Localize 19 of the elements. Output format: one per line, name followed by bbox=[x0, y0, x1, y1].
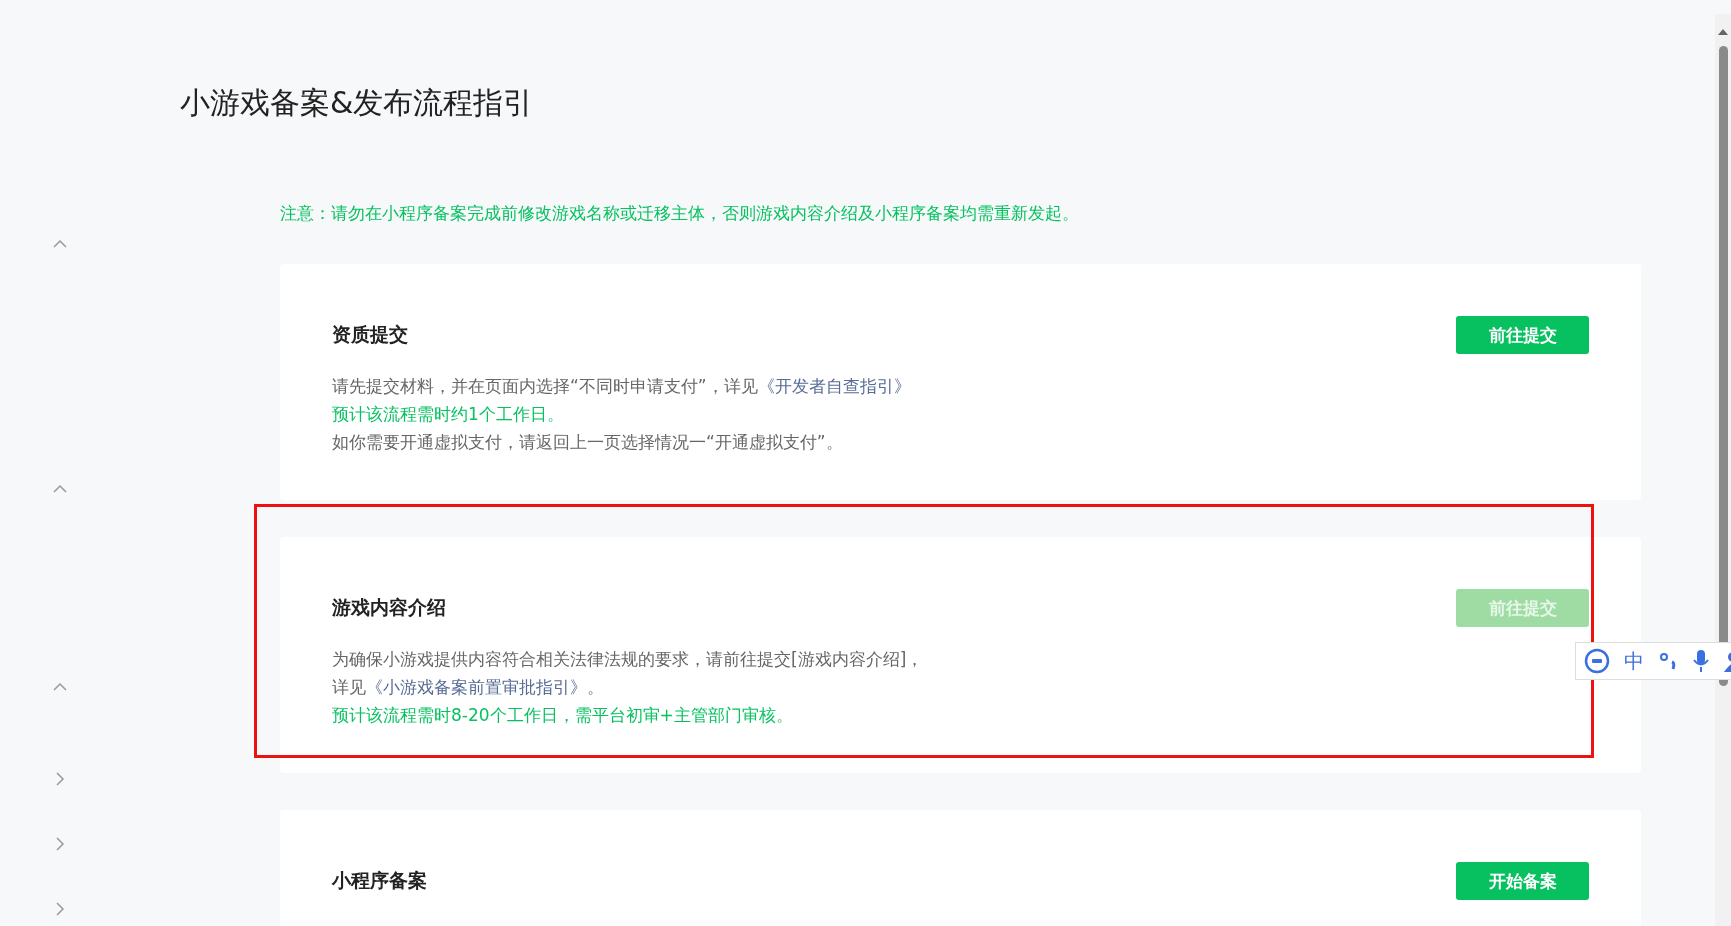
input-mode-toggle[interactable]: 中 bbox=[1624, 647, 1644, 675]
description-text: 如你需要开通虚拟支付，请返回上一页选择情况一“开通虚拟支付”。 bbox=[332, 431, 844, 454]
description-text: 详见《小游戏备案前置审批指引》。 bbox=[332, 676, 605, 699]
description-text: 预计该流程需时8-20个工作日，需平台初审+主管部门审核。 bbox=[332, 704, 794, 727]
scroll-up-icon[interactable] bbox=[1718, 28, 1728, 36]
guide-link[interactable]: 《开发者自查指引》 bbox=[757, 376, 911, 396]
notice-text: 注意：请勿在小程序备案完成前修改游戏名称或迁移主体，否则游戏内容介绍及小程序备案均需重新发起。 bbox=[280, 202, 1080, 225]
section-title: 资质提交 bbox=[332, 322, 408, 347]
description-text: 预计该流程需时约1个工作日。 bbox=[332, 403, 565, 426]
section-title: 游戏内容介绍 bbox=[332, 595, 446, 620]
scrollbar-thumb[interactable] bbox=[1719, 46, 1728, 686]
section-title: 小程序备案 bbox=[332, 868, 427, 893]
description-text: 请先提交材料，并在页面内选择“不同时申请支付”，详见《开发者自查指引》 bbox=[332, 375, 912, 398]
ime-logo-icon[interactable] bbox=[1584, 648, 1610, 674]
description-text: 为确保小游戏提供内容符合相关法律法规的要求，请前往提交[游戏内容介绍]， bbox=[332, 648, 925, 671]
page-title: 小游戏备案&发布流程指引 bbox=[180, 84, 535, 122]
punctuation-icon[interactable] bbox=[1658, 650, 1678, 672]
microphone-icon[interactable] bbox=[1692, 649, 1710, 673]
guide-link[interactable]: 《小游戏备案前置审批指引》 bbox=[366, 677, 587, 697]
